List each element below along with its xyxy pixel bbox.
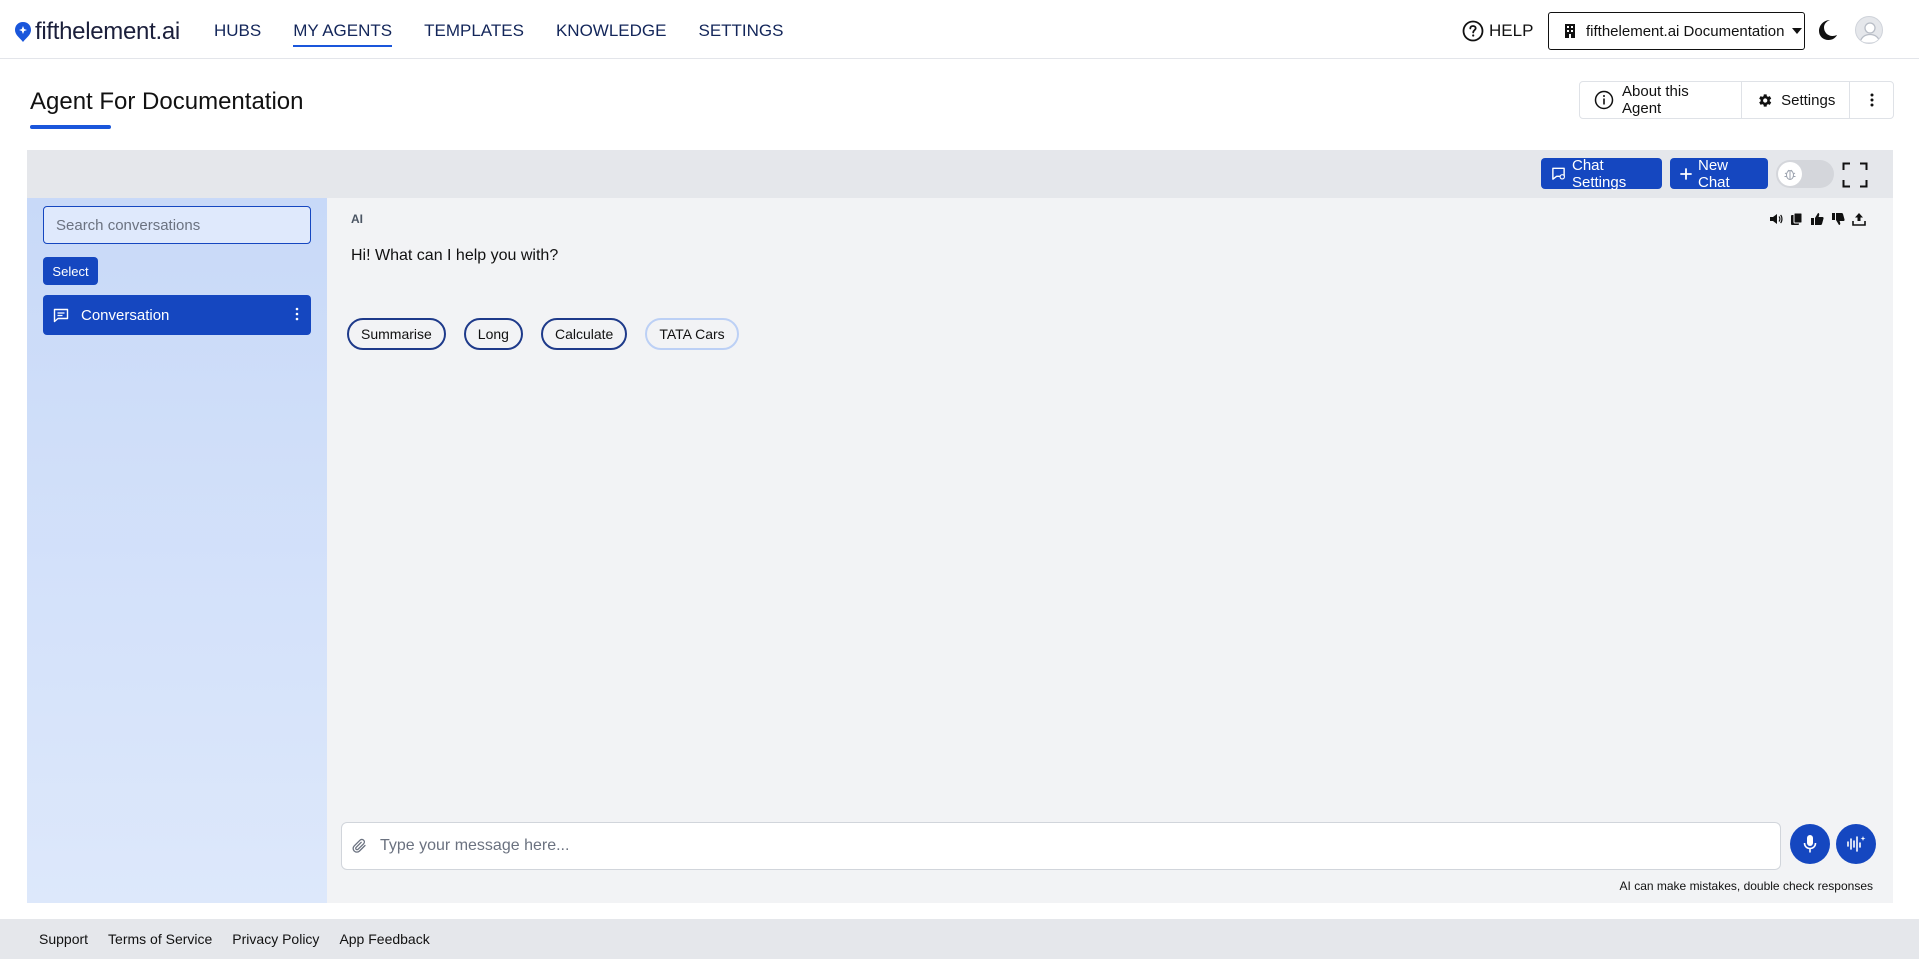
agent-settings-button[interactable]: Settings xyxy=(1742,82,1851,118)
agent-settings-label: Settings xyxy=(1781,91,1836,109)
mic-icon xyxy=(1803,835,1817,853)
thumbs-up-icon xyxy=(1811,213,1824,225)
chat-toolbar: Chat Settings New Chat xyxy=(27,150,1893,198)
main-nav: HUBS MY AGENTS TEMPLATES KNOWLEDGE SETTI… xyxy=(214,21,816,47)
read-aloud-button[interactable] xyxy=(1769,212,1783,226)
thumbs-down-button[interactable] xyxy=(1831,212,1845,226)
avatar-icon xyxy=(1859,22,1881,43)
title-underline xyxy=(30,125,111,129)
help-link[interactable]: HELP xyxy=(1462,20,1533,42)
new-chat-button[interactable]: New Chat xyxy=(1670,156,1768,191)
suggestion-chip[interactable]: Summarise xyxy=(347,318,446,350)
brand-logo[interactable]: fifthelement.ai xyxy=(14,18,180,46)
select-button[interactable]: Select xyxy=(43,257,98,285)
nav-knowledge[interactable]: KNOWLEDGE xyxy=(556,21,667,47)
brand-name: fifthelement.ai xyxy=(35,18,180,45)
voice-mode-button[interactable] xyxy=(1836,824,1876,864)
bug-icon xyxy=(1784,169,1796,180)
plus-icon xyxy=(1680,167,1692,180)
conversation-label: Conversation xyxy=(81,306,170,324)
footer-feedback-link[interactable]: App Feedback xyxy=(339,931,429,947)
debug-toggle[interactable] xyxy=(1776,160,1834,188)
speaker-icon xyxy=(1770,214,1783,224)
fullscreen-icon[interactable] xyxy=(1842,162,1868,188)
thumbs-down-icon xyxy=(1832,213,1845,225)
conversation-sidebar: Select Conversation xyxy=(27,198,327,903)
microphone-button[interactable] xyxy=(1790,824,1830,864)
help-icon xyxy=(1462,20,1484,42)
share-icon xyxy=(1852,213,1866,226)
chat-messages-area: AI Hi! What can I help you with? Summari… xyxy=(327,198,1893,903)
attach-button[interactable] xyxy=(352,838,368,854)
organization-name: fifthelement.ai Documentation xyxy=(1586,22,1785,40)
help-label: HELP xyxy=(1489,21,1534,40)
suggestion-chip[interactable]: TATA Cars xyxy=(645,318,739,350)
message-composer xyxy=(341,822,1781,870)
conversation-item[interactable]: Conversation xyxy=(43,295,311,335)
sender-label: AI xyxy=(351,212,363,226)
copy-button[interactable] xyxy=(1790,212,1803,226)
nav-settings[interactable]: SETTINGS xyxy=(698,21,783,47)
chat-bubble-icon xyxy=(53,308,69,322)
about-agent-button[interactable]: About this Agent xyxy=(1580,82,1743,118)
nav-my-agents[interactable]: MY AGENTS xyxy=(293,21,393,47)
top-navigation: fifthelement.ai HUBS MY AGENTS TEMPLATES… xyxy=(0,0,1919,59)
chat-settings-button[interactable]: Chat Settings xyxy=(1541,156,1662,191)
search-conversations-input[interactable] xyxy=(43,206,311,244)
footer: Support Terms of Service Privacy Policy … xyxy=(0,919,1919,959)
message-actions xyxy=(1769,212,1866,226)
info-icon xyxy=(1594,90,1614,110)
chat-settings-icon xyxy=(1552,167,1565,180)
more-vertical-icon xyxy=(295,307,299,321)
suggestion-chip[interactable]: Long xyxy=(463,318,523,350)
copy-icon xyxy=(1791,212,1803,225)
chat-settings-label: Chat Settings xyxy=(1572,156,1627,191)
paperclip-icon xyxy=(352,838,366,853)
ai-disclaimer: AI can make mistakes, double check respo… xyxy=(1619,879,1873,893)
thumbs-up-button[interactable] xyxy=(1810,212,1824,226)
agent-actions: About this Agent Settings xyxy=(1579,81,1894,119)
new-chat-label: New Chat xyxy=(1698,156,1730,191)
organization-selector[interactable]: fifthelement.ai Documentation xyxy=(1548,12,1805,50)
suggestion-chip[interactable]: Calculate xyxy=(540,318,628,350)
chat-panel: Chat Settings New Chat Select xyxy=(27,150,1893,903)
page-title: Agent For Documentation xyxy=(30,88,304,115)
chevron-down-icon xyxy=(1792,28,1803,34)
building-icon xyxy=(1565,24,1575,38)
footer-privacy-link[interactable]: Privacy Policy xyxy=(232,931,319,947)
ai-message: Hi! What can I help you with? xyxy=(351,247,559,264)
gear-icon xyxy=(1759,93,1772,107)
footer-support-link[interactable]: Support xyxy=(39,931,88,947)
conversation-menu-button[interactable] xyxy=(295,307,299,321)
more-vertical-icon xyxy=(1870,93,1874,107)
nav-hubs[interactable]: HUBS xyxy=(214,21,261,47)
voice-icon xyxy=(1847,836,1866,852)
message-input[interactable] xyxy=(380,823,1780,869)
logo-icon xyxy=(15,22,31,42)
user-avatar[interactable] xyxy=(1855,16,1883,44)
nav-templates[interactable]: TEMPLATES xyxy=(424,21,524,47)
about-agent-label: About this Agent xyxy=(1622,83,1689,117)
more-options-button[interactable] xyxy=(1850,82,1893,118)
suggestion-chips: Summarise Long Calculate TATA Cars xyxy=(347,318,757,350)
moon-icon[interactable] xyxy=(1815,18,1839,42)
toggle-knob xyxy=(1778,162,1802,186)
share-button[interactable] xyxy=(1852,212,1866,226)
footer-terms-link[interactable]: Terms of Service xyxy=(108,931,212,947)
